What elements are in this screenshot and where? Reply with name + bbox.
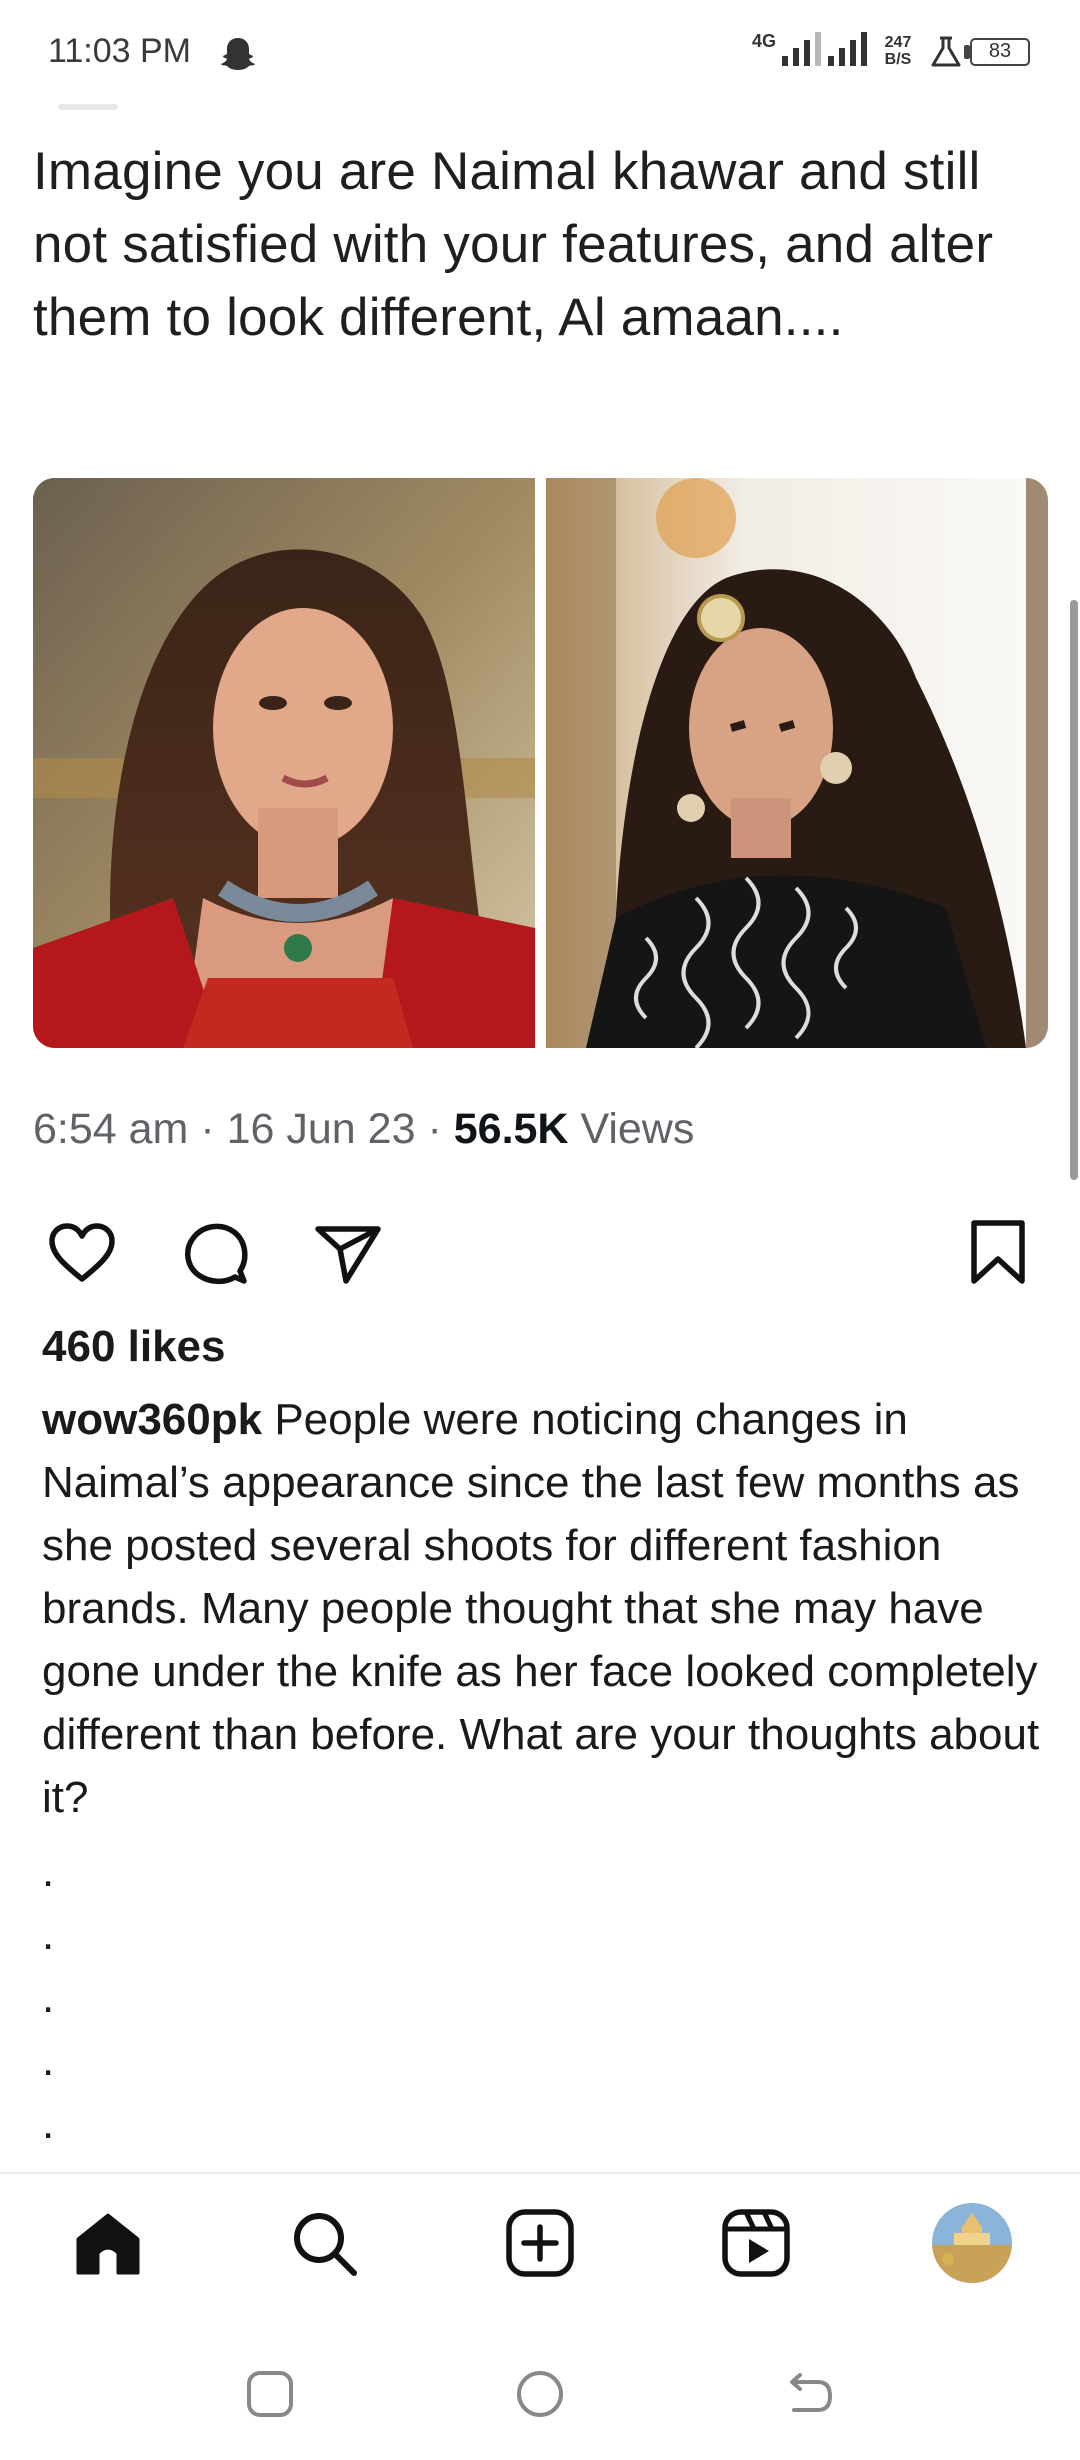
tweet-text: Imagine you are Naimal khawar and still … [33,142,994,347]
avatar-peek [58,104,118,110]
scrollbar[interactable] [1070,600,1078,1180]
snapchat-icon [218,34,258,74]
tweet-meta: 6:54 am · 16 Jun 23 · 56.5K Views [33,1105,694,1154]
caption-username[interactable]: wow360pk [42,1395,262,1444]
caption-dot: . [42,1973,55,2022]
meta-separator: · [427,1105,442,1153]
share-icon[interactable] [310,1215,386,1291]
caption-dot: . [42,2036,55,2085]
comment-icon[interactable] [178,1215,254,1291]
data-speed: 247 B/S [884,34,912,68]
home-icon[interactable] [72,2207,144,2279]
tweet-photo-left[interactable] [33,478,535,1048]
caption-dot: . [42,2099,55,2148]
recents-button[interactable] [244,2368,296,2420]
status-bar: 11:03 PM 4G 247 B/S 83 [0,0,1080,105]
home-button[interactable] [514,2368,566,2420]
signal-icon [782,30,821,74]
caption-dot: . [42,1847,55,1896]
create-icon[interactable] [504,2207,576,2279]
caption-dot: . [42,1910,55,1959]
likes-count[interactable]: 460 likes [42,1322,226,1372]
battery-icon: 83 [970,38,1030,66]
meta-separator: · [200,1105,215,1153]
caption-dots: . . . . . [42,1840,62,2155]
network-type-label: 4G [752,31,777,51]
search-icon[interactable] [288,2207,360,2279]
bookmark-icon[interactable] [960,1215,1036,1291]
reels-icon[interactable] [720,2207,792,2279]
status-time: 11:03 PM [48,32,192,70]
tweet-date: 16 Jun 23 [226,1105,416,1153]
signal-icon-sim2 [828,30,867,74]
views-count: 56.5K [453,1105,569,1153]
profile-avatar[interactable] [932,2203,1012,2283]
back-button[interactable] [784,2368,836,2420]
post-caption: wow360pk People were noticing changes in… [42,1388,1052,1829]
heart-icon[interactable] [44,1215,120,1291]
caption-text: People were noticing changes in Naimal’s… [42,1395,1040,1822]
lab-icon [928,35,964,69]
views-label: Views [580,1105,695,1153]
tweet-time: 6:54 am [33,1105,189,1153]
tweet-photo-right[interactable] [546,478,1048,1048]
